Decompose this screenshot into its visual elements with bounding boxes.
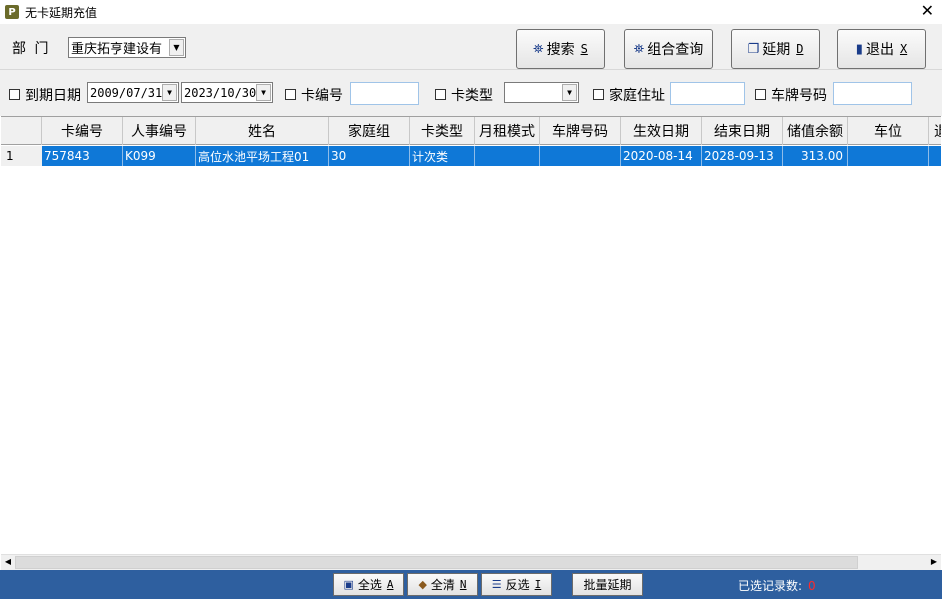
cell-plate[interactable] xyxy=(540,146,621,166)
selected-count: 已选记录数: 0 xyxy=(738,577,816,594)
select-all-key: A xyxy=(386,578,394,591)
clear-all-key: N xyxy=(459,578,467,591)
cell-balance[interactable]: 313.00 xyxy=(783,146,848,166)
address-label: 家庭住址 xyxy=(609,88,665,104)
date-to-value: 2023/10/30 xyxy=(184,85,257,100)
header-card-no[interactable]: 卡编号 xyxy=(42,117,123,145)
chevron-down-icon[interactable]: ▼ xyxy=(169,39,184,56)
card-type-select[interactable]: ▼ xyxy=(504,82,579,103)
extend-button-label: 延期 xyxy=(762,42,791,58)
exit-button-label: 退出 xyxy=(865,42,894,58)
title-bar: P 无卡延期充值 ✕ xyxy=(0,0,942,24)
scrollbar-thumb[interactable] xyxy=(15,556,858,569)
search-button-key: S xyxy=(580,42,588,56)
date-to-picker[interactable]: 2023/10/30 ▼ xyxy=(181,82,273,103)
filter-bar: 到期日期 2009/07/31 ▼ 2023/10/30 ▼ 卡编号 卡类型 ▼… xyxy=(0,70,942,116)
header-name[interactable]: 姓名 xyxy=(196,117,329,145)
select-all-button[interactable]: ▣ 全选 A xyxy=(333,573,404,596)
row-index: 1 xyxy=(1,146,42,166)
chevron-down-icon[interactable]: ▼ xyxy=(562,84,577,101)
department-label: 部 门 xyxy=(12,41,51,57)
card-type-checkbox[interactable] xyxy=(435,89,446,100)
address-input[interactable] xyxy=(670,82,745,105)
invert-label: 反选 xyxy=(505,578,530,592)
close-icon[interactable]: ✕ xyxy=(921,2,934,20)
binoculars-icon: ⛯ xyxy=(633,41,645,57)
combo-query-label: 组合查询 xyxy=(647,42,704,58)
department-value: 重庆拓亨建设有 xyxy=(71,42,163,57)
bottom-bar: ▣ 全选 A ◆ 全清 N ☰ 反选 I 批量延期 已选记录数: 0 xyxy=(0,570,942,599)
card-no-checkbox[interactable] xyxy=(285,89,296,100)
clear-all-button[interactable]: ◆ 全清 N xyxy=(407,573,478,596)
selected-count-value: 0 xyxy=(808,579,816,593)
expire-date-label: 到期日期 xyxy=(25,88,81,104)
card-type-label: 卡类型 xyxy=(451,88,493,104)
header-end-date[interactable]: 结束日期 xyxy=(702,117,783,145)
app-icon: P xyxy=(5,5,19,19)
eraser-icon: ◆ xyxy=(418,578,427,591)
extend-button[interactable]: ❐ 延期 D xyxy=(731,29,820,69)
exit-button-key: X xyxy=(899,42,908,56)
header-parking[interactable]: 车位 xyxy=(848,117,929,145)
selected-count-label: 已选记录数: xyxy=(738,579,803,593)
cell-refund[interactable] xyxy=(929,146,941,166)
list-icon: ☰ xyxy=(491,578,502,591)
cell-family-group[interactable]: 30 xyxy=(329,146,410,166)
extend-button-key: D xyxy=(796,42,804,56)
search-button-label: 搜索 xyxy=(546,42,575,58)
data-grid[interactable]: 卡编号 人事编号 姓名 家庭组 卡类型 月租模式 车牌号码 生效日期 结束日期 … xyxy=(1,116,941,554)
cell-name[interactable]: 高位水池平场工程01 xyxy=(196,146,329,166)
table-row[interactable]: 1 757843 K099 高位水池平场工程01 30 计次类 2020-08-… xyxy=(1,146,941,166)
combo-query-button[interactable]: ⛯ 组合查询 xyxy=(624,29,713,69)
scroll-left-icon[interactable]: ◀ xyxy=(2,557,14,566)
plate-checkbox[interactable] xyxy=(755,89,766,100)
invert-key: I xyxy=(534,578,542,591)
binoculars-icon: ⛯ xyxy=(533,41,544,57)
cell-monthly-mode[interactable] xyxy=(475,146,540,166)
card-no-input[interactable] xyxy=(350,82,419,105)
exit-door-icon: ▮ xyxy=(855,41,863,57)
chevron-down-icon[interactable]: ▼ xyxy=(162,84,177,101)
window-title: 无卡延期充值 xyxy=(25,5,98,20)
horizontal-scrollbar[interactable]: ◀ ▶ xyxy=(1,554,941,570)
address-checkbox[interactable] xyxy=(593,89,604,100)
header-staff-no[interactable]: 人事编号 xyxy=(123,117,196,145)
cell-staff-no[interactable]: K099 xyxy=(123,146,196,166)
cell-card-no[interactable]: 757843 xyxy=(42,146,123,166)
select-all-icon: ▣ xyxy=(343,578,354,591)
expire-date-checkbox[interactable] xyxy=(9,89,20,100)
date-from-picker[interactable]: 2009/07/31 ▼ xyxy=(87,82,179,103)
batch-extend-label: 批量延期 xyxy=(583,578,632,592)
header-start-date[interactable]: 生效日期 xyxy=(621,117,702,145)
cell-parking[interactable] xyxy=(848,146,929,166)
header-row-index xyxy=(1,117,42,145)
scroll-right-icon[interactable]: ▶ xyxy=(928,557,940,566)
batch-extend-button[interactable]: 批量延期 xyxy=(572,573,643,596)
department-select[interactable]: 重庆拓亨建设有 ▼ xyxy=(68,37,186,58)
exit-button[interactable]: ▮ 退出 X xyxy=(837,29,926,69)
card-no-label: 卡编号 xyxy=(301,88,343,104)
grid-header: 卡编号 人事编号 姓名 家庭组 卡类型 月租模式 车牌号码 生效日期 结束日期 … xyxy=(1,117,941,145)
toolbar: 部 门 重庆拓亨建设有 ▼ ⛯ 搜索 S ⛯ 组合查询 ❐ 延期 D ▮ 退出 … xyxy=(0,24,942,70)
chevron-down-icon[interactable]: ▼ xyxy=(256,84,271,101)
header-monthly-mode[interactable]: 月租模式 xyxy=(475,117,540,145)
header-family-group[interactable]: 家庭组 xyxy=(329,117,410,145)
cell-card-type[interactable]: 计次类 xyxy=(410,146,475,166)
header-card-type[interactable]: 卡类型 xyxy=(410,117,475,145)
copy-icon: ❐ xyxy=(747,41,760,57)
header-plate[interactable]: 车牌号码 xyxy=(540,117,621,145)
header-balance[interactable]: 储值余额 xyxy=(783,117,848,145)
select-all-label: 全选 xyxy=(357,578,382,592)
header-refund[interactable]: 退 xyxy=(929,117,941,145)
plate-label: 车牌号码 xyxy=(771,88,827,104)
clear-all-label: 全清 xyxy=(430,578,455,592)
search-button[interactable]: ⛯ 搜索 S xyxy=(516,29,605,69)
date-from-value: 2009/07/31 xyxy=(90,85,163,100)
plate-input[interactable] xyxy=(833,82,912,105)
invert-selection-button[interactable]: ☰ 反选 I xyxy=(481,573,552,596)
cell-start-date[interactable]: 2020-08-14 xyxy=(621,146,702,166)
cell-end-date[interactable]: 2028-09-13 xyxy=(702,146,783,166)
